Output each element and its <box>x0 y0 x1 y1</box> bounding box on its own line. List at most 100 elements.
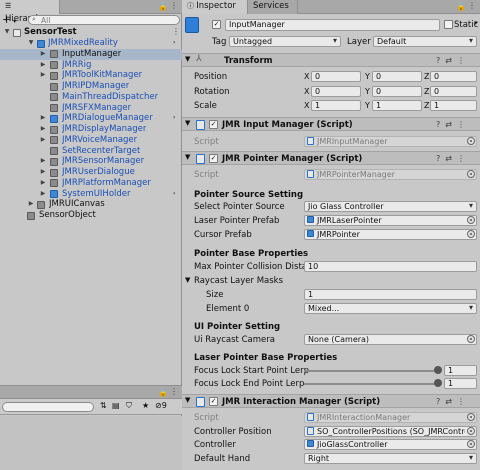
hierarchy-item-jmrsensormanager[interactable]: ▶ JMRSensorManager <box>0 156 182 167</box>
hierarchy-item-setrecentertarget[interactable]: SetRecenterTarget <box>0 146 182 157</box>
default-hand-dropdown[interactable]: Right <box>304 453 477 464</box>
max-pointer-distance-field[interactable]: 10 <box>304 261 477 272</box>
tab-inspector[interactable]: ⓘ Inspector <box>182 0 248 14</box>
focus-lock-end-slider-handle[interactable] <box>434 379 442 387</box>
element-0-dropdown[interactable]: Mixed... <box>304 303 477 314</box>
more-menu-icon[interactable]: ⋮ <box>170 1 178 10</box>
expand-arrow-icon[interactable]: ▶ <box>39 113 47 124</box>
position-y-field[interactable]: 0 <box>372 71 422 82</box>
component-actions[interactable]: ?⇄⋮ <box>436 120 470 129</box>
lock-icon[interactable]: 🔒 <box>158 2 168 11</box>
hierarchy-item-mainthreaddispatcher[interactable]: MainThreadDispatcher <box>0 92 182 103</box>
expand-arrow-icon[interactable]: ▼ <box>3 27 11 38</box>
expand-arrow-icon[interactable]: ▶ <box>39 156 47 167</box>
object-picker-icon[interactable] <box>467 137 475 145</box>
object-name-field[interactable]: InputManager <box>225 19 440 31</box>
component-actions[interactable]: ?⇄⋮ <box>436 154 470 163</box>
scene-menu-icon[interactable]: ⋮ <box>172 27 180 38</box>
tag-icon[interactable]: ⛉ <box>126 401 132 411</box>
hierarchy-search-input[interactable]: ⌕ All <box>28 15 180 25</box>
laser-pointer-prefab-field[interactable]: JMRLaserPointer <box>304 215 477 226</box>
scale-x-field[interactable]: 1 <box>311 100 361 111</box>
star-icon[interactable]: ★ <box>142 401 149 410</box>
expand-arrow-icon[interactable]: ▶ <box>27 199 35 210</box>
chevron-right-icon[interactable]: › <box>173 113 175 124</box>
scale-z-field[interactable]: 1 <box>430 100 477 111</box>
size-field[interactable]: 1 <box>304 289 477 300</box>
cursor-prefab-field[interactable]: JMRPointer <box>304 229 477 240</box>
focus-lock-start-field[interactable]: 1 <box>444 365 477 376</box>
hierarchy-item-jmripdmanager[interactable]: JMRIPDManager <box>0 81 182 92</box>
pointer-manager-header[interactable]: ▼ ✓ JMR Pointer Manager (Script) ?⇄⋮ <box>182 151 480 165</box>
tab-services[interactable]: Services <box>248 0 298 14</box>
object-picker-icon[interactable] <box>467 413 475 421</box>
tag-dropdown[interactable]: Untagged <box>229 36 341 47</box>
help-icon[interactable]: ? <box>436 397 445 406</box>
hierarchy-item-jmrtoolkitmanager[interactable]: ▶ JMRToolKitManager <box>0 70 182 81</box>
scene-row[interactable]: ▼ SensorTest ⋮ <box>0 27 182 38</box>
ui-raycast-camera-field[interactable]: None (Camera) <box>304 334 477 345</box>
expand-arrow-icon[interactable]: ▼ <box>27 38 35 49</box>
more-menu-icon[interactable]: ⋮ <box>170 387 178 396</box>
object-picker-icon[interactable] <box>467 170 475 178</box>
preset-icon[interactable]: ⇄ <box>445 154 457 163</box>
object-picker-icon[interactable] <box>467 216 475 224</box>
folder-icon[interactable]: ▤ <box>112 401 120 410</box>
hierarchy-item-jmrdialoguemanager[interactable]: ▶ JMRDialogueManager › <box>0 113 182 124</box>
rotation-x-field[interactable]: 0 <box>311 86 361 97</box>
hierarchy-item-jmruicanvas[interactable]: ▶ JMRUICanvas <box>0 199 182 210</box>
expand-arrow-icon[interactable]: ▼ <box>185 276 190 284</box>
hierarchy-item-jmruserdialogue[interactable]: ▶ JMRUserDialogue <box>0 167 182 178</box>
hidden-count-icon[interactable]: ⊘9 <box>155 401 167 410</box>
position-x-field[interactable]: 0 <box>311 71 361 82</box>
input-manager-header[interactable]: ▼ ✓ JMR Input Manager (Script) ?⇄⋮ <box>182 117 480 131</box>
expand-arrow-icon[interactable]: ▶ <box>39 178 47 189</box>
component-enabled-checkbox[interactable]: ✓ <box>209 154 218 163</box>
scale-y-field[interactable]: 1 <box>372 100 422 111</box>
hierarchy-item-sensorobject[interactable]: SensorObject <box>0 210 182 221</box>
static-checkbox[interactable] <box>444 20 453 29</box>
hierarchy-item-jmrdisplaymanager[interactable]: ▶ JMRDisplayManager <box>0 124 182 135</box>
help-icon[interactable]: ? <box>436 120 445 129</box>
lock-icon[interactable]: 🔒 <box>456 2 466 11</box>
more-menu-icon[interactable]: ⋮ <box>468 1 476 10</box>
tab-hierarchy[interactable]: ☰ Hierarchy <box>0 0 60 24</box>
component-enabled-checkbox[interactable]: ✓ <box>209 120 218 129</box>
hierarchy-item-jmrvoicemanager[interactable]: ▶ JMRVoiceManager <box>0 135 182 146</box>
component-menu-icon[interactable]: ⋮ <box>457 397 470 406</box>
component-menu-icon[interactable]: ⋮ <box>457 120 470 129</box>
expand-arrow-icon[interactable]: ▶ <box>39 124 47 135</box>
focus-lock-start-slider-handle[interactable] <box>434 366 442 374</box>
select-pointer-source-dropdown[interactable]: Jio Glass Controller <box>304 201 477 212</box>
component-menu-icon[interactable]: ⋮ <box>457 154 470 163</box>
focus-lock-start-slider[interactable] <box>304 370 438 372</box>
hierarchy-item-systemuiholder[interactable]: ▶ SystemUIHolder › <box>0 189 182 200</box>
expand-arrow-icon[interactable]: ▶ <box>39 60 47 71</box>
object-picker-icon[interactable] <box>467 230 475 238</box>
expand-arrow-icon[interactable]: ▶ <box>39 49 47 60</box>
interaction-manager-header[interactable]: ▼ ✓ JMR Interaction Manager (Script) ?⇄⋮ <box>182 394 480 408</box>
help-icon[interactable]: ? <box>436 56 445 65</box>
expand-arrow-icon[interactable]: ▼ <box>185 153 190 161</box>
focus-lock-end-slider[interactable] <box>304 383 438 385</box>
expand-arrow-icon[interactable]: ▼ <box>185 396 190 404</box>
expand-arrow-icon[interactable]: ▼ <box>185 119 190 127</box>
transform-header[interactable]: ▼ ⅄ Transform ?⇄⋮ <box>182 53 480 67</box>
expand-arrow-icon[interactable]: ▼ <box>185 55 190 63</box>
expand-arrow-icon[interactable]: ▶ <box>39 70 47 81</box>
active-checkbox[interactable]: ✓ <box>212 20 221 29</box>
filter-icon[interactable]: ⇅ <box>100 401 107 410</box>
object-picker-icon[interactable] <box>467 427 475 435</box>
preset-icon[interactable]: ⇄ <box>445 120 457 129</box>
chevron-down-icon[interactable]: ▾ <box>474 19 478 27</box>
preset-icon[interactable]: ⇄ <box>445 56 457 65</box>
object-picker-icon[interactable] <box>467 335 475 343</box>
component-actions[interactable]: ?⇄⋮ <box>436 397 470 406</box>
preset-icon[interactable]: ⇄ <box>445 397 457 406</box>
add-button[interactable]: + ▾ <box>2 14 16 27</box>
help-icon[interactable]: ? <box>436 154 445 163</box>
lower-search-input[interactable] <box>2 402 94 412</box>
component-enabled-checkbox[interactable]: ✓ <box>209 397 218 406</box>
hierarchy-item-jmrrig[interactable]: ▶ JMRRig <box>0 60 182 71</box>
hierarchy-item-jmrplatformmanager[interactable]: ▶ JMRPlatformManager <box>0 178 182 189</box>
